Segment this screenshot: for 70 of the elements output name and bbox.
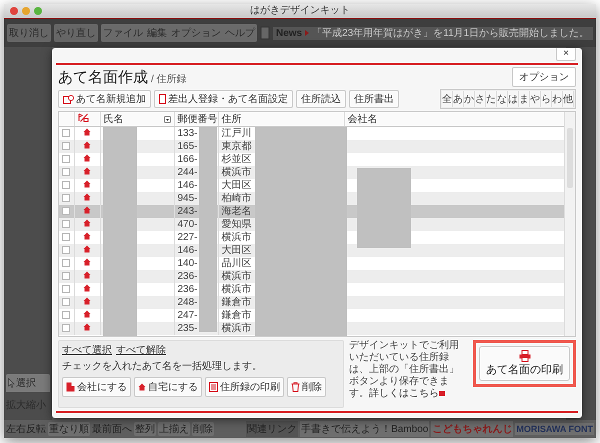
row-checkbox[interactable]	[62, 220, 70, 228]
kana-tab[interactable]: ま	[519, 91, 530, 107]
kana-tab[interactable]: か	[464, 91, 475, 107]
row-checkbox[interactable]	[62, 310, 70, 319]
window-title: はがきデザインキット	[250, 4, 350, 18]
minimize-window-button[interactable]	[22, 7, 30, 15]
row-checkbox[interactable]	[62, 168, 70, 176]
kana-tab[interactable]: あ	[453, 91, 464, 107]
delete-button[interactable]: 削除	[287, 377, 326, 397]
kana-tab[interactable]: は	[508, 91, 519, 107]
close-button[interactable]: ×	[556, 48, 576, 61]
details-link[interactable]: 詳しくはこちら	[369, 388, 445, 399]
company-button[interactable]: 会社にする	[62, 377, 131, 397]
kana-tab[interactable]: わ	[552, 91, 563, 107]
export-note: デザインキットでご利用いただいている住所録は、上部の「住所書出」ボタンより保存できます。詳しくはこちら	[349, 340, 460, 401]
row-checkbox[interactable]	[62, 154, 70, 163]
news-text[interactable]: 「平成23年用年賀はがき」を11月1日から販売開始しました。	[312, 28, 590, 38]
row-checkbox[interactable]	[62, 272, 70, 280]
kana-tab[interactable]: 全	[442, 91, 453, 107]
print-list-button[interactable]: 住所録の印刷	[205, 377, 284, 397]
printer-icon	[518, 350, 530, 362]
row-checkbox[interactable]	[62, 246, 70, 254]
card-icon[interactable]	[260, 26, 270, 40]
row-checkbox[interactable]	[62, 232, 70, 241]
close-window-button[interactable]	[10, 7, 18, 15]
row-checkbox[interactable]	[62, 128, 70, 137]
building-icon	[66, 382, 75, 392]
import-button[interactable]: 住所読込	[296, 90, 346, 108]
select-all-link[interactable]: すべて選択	[62, 343, 112, 357]
row-checkbox[interactable]	[62, 284, 70, 293]
column-header[interactable]: 郵便番号	[174, 112, 218, 126]
row-checkbox[interactable]	[62, 298, 70, 306]
kana-tab[interactable]: や	[530, 91, 541, 107]
row-checkbox[interactable]	[62, 194, 70, 202]
column-header[interactable]: 会社名	[344, 112, 564, 126]
kana-tab[interactable]: な	[497, 91, 508, 107]
kana-tab[interactable]: 他	[563, 91, 574, 107]
cursor-icon	[8, 378, 15, 388]
print-button[interactable]: あて名面の印刷	[479, 346, 570, 381]
row-checkbox[interactable]	[62, 258, 70, 267]
dialog-title: あて名面作成	[58, 68, 148, 86]
triangle-icon	[305, 30, 310, 36]
add-address-button[interactable]: あて名新規追加	[58, 90, 151, 108]
card-plus-icon	[63, 94, 74, 104]
breadcrumb: / 住所録	[151, 72, 187, 86]
tool-label: 最前面へ	[92, 423, 132, 436]
kana-tab[interactable]: た	[486, 91, 497, 107]
trash-icon	[291, 382, 300, 392]
sender-settings-button[interactable]: 差出人登録・あて名面設定	[154, 90, 293, 108]
column-header[interactable]: 氏名	[100, 112, 174, 126]
row-checkbox[interactable]	[62, 206, 70, 215]
deselect-all-link[interactable]: すべて解除	[116, 343, 166, 357]
zoom-window-button[interactable]	[34, 7, 42, 15]
row-checkbox[interactable]	[62, 142, 70, 150]
home-button[interactable]: 自宅にする	[134, 377, 202, 397]
row-checkbox[interactable]	[62, 324, 70, 332]
scrollbar[interactable]	[564, 112, 575, 336]
option-button[interactable]: オプション	[512, 67, 576, 87]
card-icon	[159, 94, 166, 104]
export-button[interactable]: 住所書出	[349, 90, 399, 108]
kana-tab[interactable]: ら	[541, 91, 552, 107]
house-icon	[138, 383, 146, 391]
row-checkbox[interactable]	[62, 180, 70, 189]
kana-tab[interactable]: さ	[475, 91, 486, 107]
sort-icon[interactable]	[164, 116, 170, 122]
address-type-icon[interactable]	[78, 113, 88, 122]
column-header[interactable]: 住所	[218, 112, 344, 126]
list-icon	[209, 382, 218, 392]
bulk-hint: チェックを入れたあて名を一括処理します。	[62, 360, 263, 373]
tool-label: 左右反転	[6, 423, 46, 436]
